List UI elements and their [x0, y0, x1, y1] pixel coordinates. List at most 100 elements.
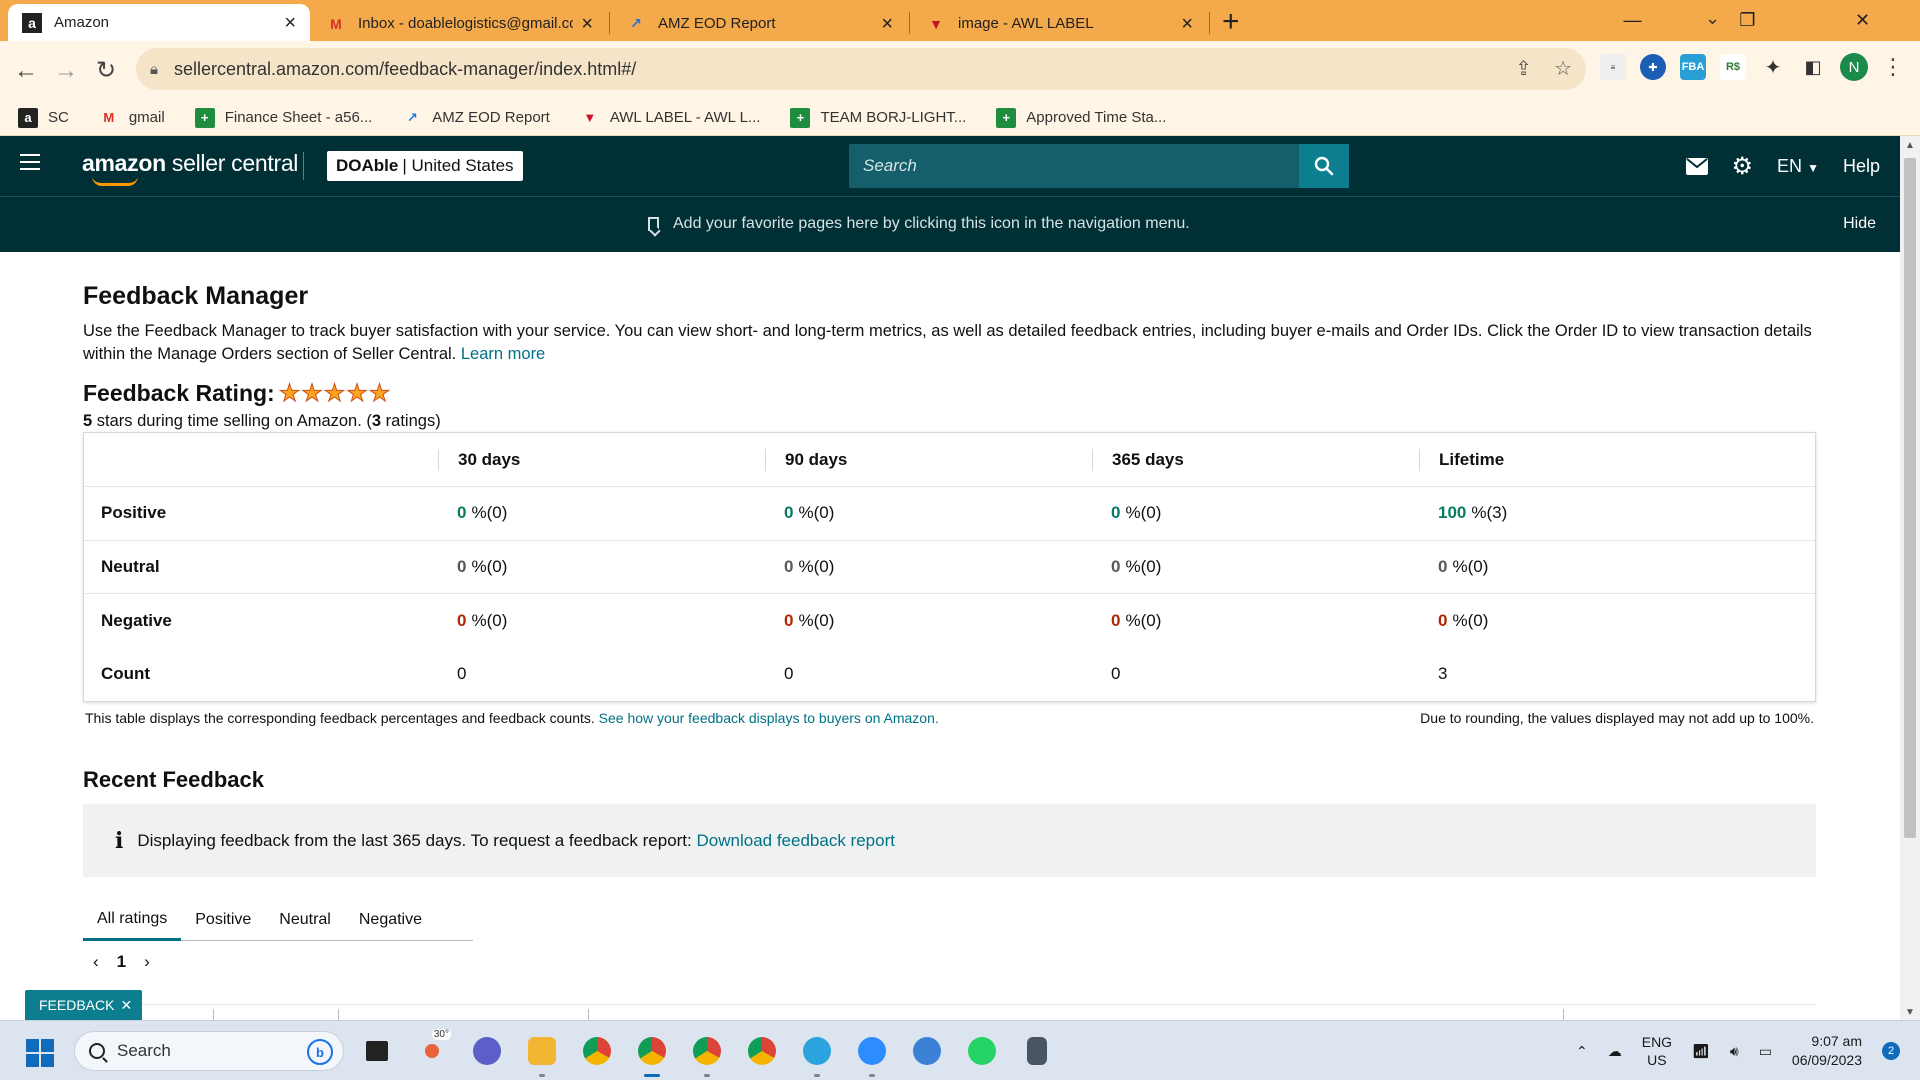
calculator-icon[interactable] [1018, 1031, 1056, 1071]
bookmark-gmail[interactable]: M gmail [99, 108, 164, 128]
close-tab-icon[interactable]: × [284, 13, 296, 33]
percentage-cell: 0 %(0) [765, 503, 1092, 523]
back-button[interactable]: ← [6, 51, 46, 91]
scroll-down-icon[interactable]: ▼ [1905, 1007, 1915, 1018]
bookmark-awl-label[interactable]: ▼ AWL LABEL - AWL L... [580, 108, 760, 128]
clock-date: 06/09/2023 [1791, 1052, 1862, 1068]
search-icon [89, 1043, 105, 1059]
weather-widget-icon[interactable]: 30° [413, 1029, 451, 1071]
forward-button[interactable]: → [46, 51, 86, 91]
chevron-left-icon[interactable]: ‹ [93, 952, 99, 972]
extensions-puzzle-icon[interactable]: ✦ [1760, 54, 1786, 80]
tab-neutral[interactable]: Neutral [265, 899, 345, 941]
scrollbar-thumb[interactable] [1904, 158, 1916, 838]
favorites-banner: Add your favorite pages here by clicking… [0, 196, 1900, 252]
language-selector[interactable]: EN ▼ [1777, 156, 1819, 177]
learn-more-link[interactable]: Learn more [461, 345, 545, 363]
search-input[interactable]: Search [849, 156, 1299, 176]
settings-gear-icon[interactable]: ⚙ [1732, 152, 1754, 181]
feedback-button[interactable]: FEEDBACK ✕ [25, 990, 143, 1020]
download-feedback-report-link[interactable]: Download feedback report [697, 831, 895, 851]
search-box[interactable]: Search [849, 144, 1349, 188]
bookmark-amz-eod-report[interactable]: ↗ AMZ EOD Report [402, 108, 550, 128]
chevron-up-icon[interactable]: ⌃ [1576, 1043, 1588, 1060]
bookmark-finance-sheet[interactable]: + Finance Sheet - a56... [194, 107, 372, 128]
tab-awl-label[interactable]: ▼ image - AWL LABEL × [912, 6, 1207, 41]
close-tab-icon[interactable]: × [881, 14, 893, 34]
chrome-profile-l-icon[interactable] [688, 1031, 726, 1077]
profile-avatar[interactable]: N [1840, 53, 1868, 81]
tab-title: image - AWL LABEL [958, 15, 1094, 32]
windows-start-icon[interactable] [26, 1039, 54, 1067]
close-icon[interactable]: ✕ [120, 997, 132, 1014]
current-page[interactable]: 1 [117, 952, 126, 972]
lock-icon[interactable]: 🔒︎ [150, 61, 158, 78]
address-bar[interactable]: 🔒︎ sellercentral.amazon.com/feedback-man… [136, 48, 1586, 90]
page-scrollbar[interactable]: ▲ ▼ [1900, 136, 1920, 1020]
chrome-icon[interactable] [578, 1031, 616, 1071]
chrome-profile-g-icon[interactable] [743, 1031, 781, 1071]
row-label: Neutral [101, 556, 160, 576]
extension-icon[interactable]: ✚ [1640, 54, 1666, 80]
side-panel-icon[interactable]: ◧ [1800, 54, 1826, 80]
scroll-up-icon[interactable]: ▲ [1905, 140, 1915, 151]
tab-amz-eod-report[interactable]: ↗ AMZ EOD Report × [612, 6, 907, 41]
extension-fba-icon[interactable]: FBA [1680, 54, 1706, 80]
seller-central-logo[interactable]: amazon seller central [82, 150, 298, 177]
extension-icon[interactable]: ≡ [1600, 54, 1626, 80]
close-tab-icon[interactable]: × [581, 14, 593, 34]
search-button[interactable] [1299, 144, 1349, 188]
count-value: %(3) [1471, 503, 1508, 523]
bookmark-star-icon[interactable]: ☆ [1554, 56, 1572, 81]
account-switcher[interactable]: DOAble | United States [327, 151, 523, 181]
bookmarks-bar: a SC M gmail + Finance Sheet - a56... ↗ … [0, 100, 1920, 136]
count-value: %(0) [1125, 556, 1162, 576]
telegram-icon[interactable] [798, 1031, 836, 1077]
language-indicator[interactable]: ENG US [1642, 1033, 1672, 1069]
battery-icon[interactable]: ▭ [1759, 1043, 1772, 1060]
browser-menu-icon[interactable]: ⋮ [1882, 54, 1904, 80]
share-icon[interactable]: ⇪ [1515, 56, 1532, 81]
people-app-icon[interactable] [908, 1031, 946, 1071]
extension-rs-icon[interactable]: R$ [1720, 54, 1746, 80]
system-clock[interactable]: 9:07 am 06/09/2023 [1792, 1032, 1862, 1070]
new-tab-button[interactable]: + [1222, 5, 1240, 39]
whatsapp-icon[interactable] [963, 1031, 1001, 1071]
zoom-icon[interactable] [853, 1031, 891, 1077]
bing-icon[interactable]: b [307, 1039, 333, 1065]
tab-amazon[interactable]: a Amazon × [8, 4, 310, 41]
minimize-button[interactable]: — [1575, 0, 1690, 41]
taskbar-search[interactable]: Search b [74, 1031, 344, 1071]
teams-chat-icon[interactable] [468, 1031, 506, 1071]
tab-gmail[interactable]: M Inbox - doablelogistics@gmail.co × [312, 6, 607, 41]
count-value: %(0) [471, 556, 508, 576]
close-tab-icon[interactable]: × [1181, 14, 1193, 34]
tab-all-ratings[interactable]: All ratings [83, 899, 182, 941]
volume-icon[interactable]: 🔊︎ [1730, 1043, 1739, 1060]
task-view-icon[interactable] [358, 1031, 396, 1071]
bookmark-label: Approved Time Sta... [1026, 109, 1167, 126]
file-explorer-icon[interactable] [523, 1031, 561, 1077]
close-window-button[interactable]: ✕ [1805, 0, 1920, 41]
mail-icon[interactable] [1685, 157, 1708, 175]
url-text[interactable]: sellercentral.amazon.com/feedback-manage… [174, 59, 636, 80]
hide-favorites-button[interactable]: Hide [1843, 215, 1876, 233]
tab-positive[interactable]: Positive [181, 899, 265, 941]
help-link[interactable]: Help [1843, 156, 1880, 177]
notification-badge[interactable]: 2 [1882, 1042, 1900, 1060]
hamburger-menu-icon[interactable] [20, 154, 40, 170]
tab-negative[interactable]: Negative [345, 899, 436, 941]
bookmark-team-borj[interactable]: + TEAM BORJ-LIGHT... [790, 107, 966, 128]
see-feedback-display-link[interactable]: See how your feedback displays to buyers… [599, 710, 939, 726]
onedrive-cloud-icon[interactable]: ☁ [1608, 1043, 1622, 1060]
reload-button[interactable]: ↻ [86, 51, 126, 91]
star-icon: ★ [301, 379, 323, 407]
bookmark-sc[interactable]: a SC [18, 107, 69, 128]
bookmark-approved-time[interactable]: + Approved Time Sta... [996, 107, 1167, 128]
chevron-right-icon[interactable]: › [144, 952, 150, 972]
logo-seller-central-text: seller central [165, 150, 299, 176]
chrome-profile-n-icon[interactable] [633, 1031, 671, 1077]
column-header-90-days: 90 days [765, 448, 1092, 471]
restore-button[interactable]: ❐ [1690, 0, 1805, 41]
wifi-icon[interactable]: 📶︎ [1692, 1043, 1710, 1060]
